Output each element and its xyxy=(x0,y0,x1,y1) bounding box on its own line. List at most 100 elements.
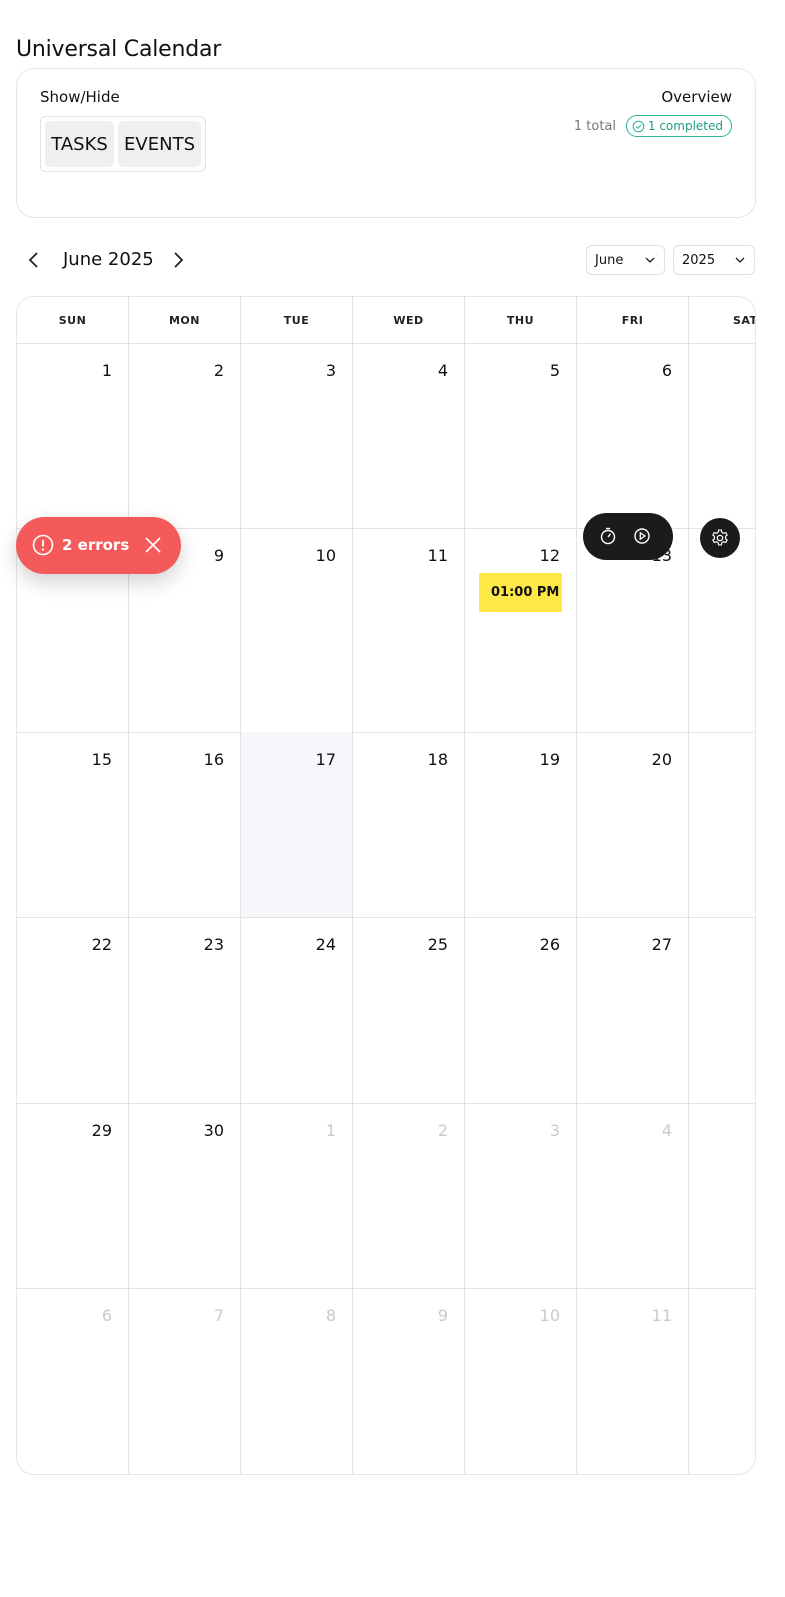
page-title: Universal Calendar xyxy=(16,36,222,62)
day-cell[interactable]: 16 xyxy=(129,732,241,917)
day-cell[interactable]: 26 xyxy=(465,917,577,1103)
chevron-down-icon xyxy=(735,257,745,263)
day-number: 10 xyxy=(539,1306,560,1325)
day-number: 1 xyxy=(101,361,112,380)
day-cell[interactable]: 8 xyxy=(241,1288,353,1474)
day-cell[interactable]: 6 xyxy=(577,343,689,528)
day-number: 3 xyxy=(325,361,336,380)
calendar-grid: SUN MON TUE WED THU FRI SAT 1 2 3 4 5 6 9 10 11 12 01:00… xyxy=(16,296,756,1475)
day-cell[interactable]: 19 xyxy=(465,732,577,917)
month-select[interactable]: June xyxy=(586,245,665,275)
total-count: 1 total xyxy=(573,119,616,134)
error-toast[interactable]: 2 errors xyxy=(16,517,181,574)
day-cell[interactable]: 10 xyxy=(241,528,353,732)
day-cell[interactable] xyxy=(689,917,755,1103)
day-cell[interactable] xyxy=(689,1103,755,1288)
gear-icon xyxy=(712,529,728,546)
day-number: 20 xyxy=(651,750,672,769)
day-cell[interactable]: 11 xyxy=(353,528,465,732)
day-number: 15 xyxy=(91,750,112,769)
day-number: 19 xyxy=(539,750,560,769)
day-cell[interactable]: 2 xyxy=(353,1103,465,1288)
day-cell[interactable]: 15 xyxy=(17,732,129,917)
day-cell[interactable]: 4 xyxy=(353,343,465,528)
chevron-down-icon xyxy=(645,257,655,263)
day-cell[interactable]: 23 xyxy=(129,917,241,1103)
tasks-toggle-button[interactable]: TASKS xyxy=(45,121,115,167)
day-number: 4 xyxy=(437,361,448,380)
day-number: 12 xyxy=(539,546,560,565)
overview-label: Overview xyxy=(661,88,732,106)
day-cell[interactable] xyxy=(689,732,755,917)
day-cell[interactable]: 5 xyxy=(465,343,577,528)
weekday-fri: FRI xyxy=(577,297,689,343)
year-select[interactable]: 2025 xyxy=(673,245,755,275)
day-cell[interactable]: 6 xyxy=(17,1288,129,1474)
day-number: 9 xyxy=(213,546,224,565)
day-number: 22 xyxy=(91,935,112,954)
day-cell[interactable]: 4 xyxy=(577,1103,689,1288)
stopwatch-icon[interactable] xyxy=(599,527,617,545)
weekday-mon: MON xyxy=(129,297,241,343)
day-cell[interactable]: 12 01:00 PM BY xyxy=(465,528,577,732)
day-number: 6 xyxy=(661,361,672,380)
day-cell[interactable]: 29 xyxy=(17,1103,129,1288)
toggle-group: TASKS EVENTS xyxy=(40,116,206,172)
weekday-thu: THU xyxy=(465,297,577,343)
week-row: 1 2 3 4 5 6 xyxy=(17,343,755,529)
day-cell[interactable]: 1 xyxy=(241,1103,353,1288)
chevron-left-icon[interactable] xyxy=(24,250,44,270)
day-cell[interactable]: 25 xyxy=(353,917,465,1103)
week-row: 15 16 17 18 19 20 xyxy=(17,732,755,918)
day-number: 6 xyxy=(101,1306,112,1325)
alert-circle-icon xyxy=(32,534,54,556)
event-chip[interactable]: 01:00 PM BY xyxy=(479,573,562,612)
month-select-value: June xyxy=(595,252,624,268)
day-number: 24 xyxy=(315,935,336,954)
day-number: 3 xyxy=(549,1121,560,1140)
settings-button[interactable] xyxy=(700,518,740,558)
timer-controls xyxy=(583,513,673,560)
day-cell[interactable]: 7 xyxy=(129,1288,241,1474)
week-row: 6 7 8 9 10 11 xyxy=(17,1288,755,1474)
day-cell[interactable] xyxy=(689,1288,755,1474)
completed-badge: 1 completed xyxy=(625,115,732,137)
day-cell[interactable]: 3 xyxy=(241,343,353,528)
day-cell[interactable]: 18 xyxy=(353,732,465,917)
day-number: 30 xyxy=(203,1121,224,1140)
weekday-sat: SAT xyxy=(733,313,756,327)
day-cell[interactable]: 2 xyxy=(129,343,241,528)
close-icon[interactable] xyxy=(144,536,162,554)
day-cell[interactable]: 1 xyxy=(17,343,129,528)
day-cell[interactable]: 11 xyxy=(577,1288,689,1474)
day-cell[interactable]: 10 xyxy=(465,1288,577,1474)
filters-overview-panel: Show/Hide TASKS EVENTS Overview 1 total … xyxy=(16,68,756,218)
day-cell[interactable] xyxy=(689,343,755,528)
day-number: 25 xyxy=(427,935,448,954)
week-row: 22 23 24 25 26 27 xyxy=(17,917,755,1104)
day-cell[interactable] xyxy=(689,528,755,732)
day-number: 8 xyxy=(325,1306,336,1325)
day-cell[interactable]: 30 xyxy=(129,1103,241,1288)
day-cell[interactable]: 3 xyxy=(465,1103,577,1288)
weekday-wed: WED xyxy=(353,297,465,343)
events-toggle-button[interactable]: EVENTS xyxy=(118,121,201,167)
day-number: 11 xyxy=(427,546,448,565)
day-number: 29 xyxy=(91,1121,112,1140)
day-number: 11 xyxy=(651,1306,672,1325)
weekday-tue: TUE xyxy=(241,297,353,343)
show-hide-label: Show/Hide xyxy=(40,88,120,106)
day-number: 27 xyxy=(651,935,672,954)
day-cell[interactable]: 22 xyxy=(17,917,129,1103)
day-cell[interactable]: 27 xyxy=(577,917,689,1103)
day-number: 16 xyxy=(203,750,224,769)
day-number: 9 xyxy=(437,1306,448,1325)
day-cell[interactable]: 24 xyxy=(241,917,353,1103)
day-cell[interactable]: 9 xyxy=(353,1288,465,1474)
error-count-text: 2 errors xyxy=(62,536,130,554)
day-cell[interactable]: 20 xyxy=(577,732,689,917)
chevron-right-icon[interactable] xyxy=(168,250,188,270)
play-circle-icon[interactable] xyxy=(633,527,651,545)
day-cell-today[interactable]: 17 xyxy=(241,732,353,917)
weekday-sun: SUN xyxy=(17,297,129,343)
